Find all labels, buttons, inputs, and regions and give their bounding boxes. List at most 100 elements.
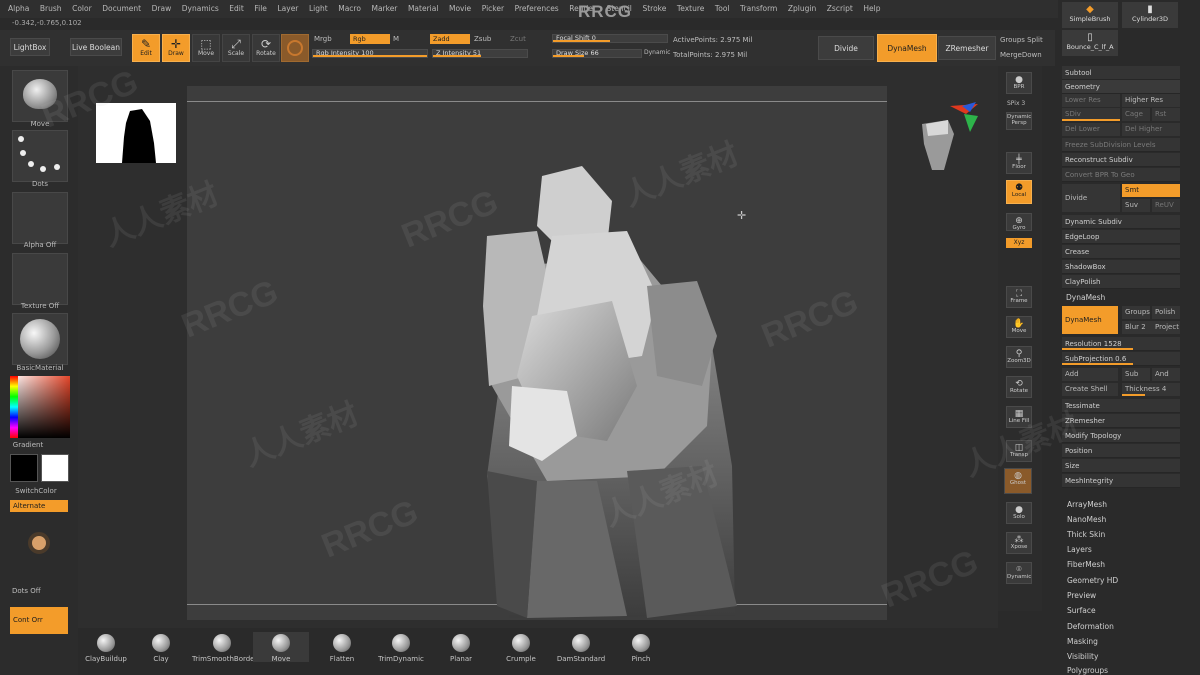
brush-thumbnail[interactable] xyxy=(12,70,68,122)
xpose-button[interactable]: ⁂ Xpose xyxy=(1006,532,1032,554)
create-shell-button[interactable]: Create Shell xyxy=(1062,383,1118,396)
switch-color-button[interactable]: SwitchColor xyxy=(4,487,68,495)
dynamic-subdiv-section[interactable]: Dynamic Subdiv xyxy=(1062,215,1180,229)
move-button[interactable]: ⬚ Move xyxy=(192,34,220,62)
draw-size-slider[interactable]: Draw Size 66 xyxy=(552,49,642,58)
menu-brush[interactable]: Brush xyxy=(40,0,62,18)
local-button[interactable]: ⚉ Local xyxy=(1006,180,1032,204)
menu-movie[interactable]: Movie xyxy=(449,0,471,18)
brush-planar[interactable]: Planar xyxy=(433,632,489,663)
menu-edit[interactable]: Edit xyxy=(229,0,244,18)
zsub-toggle[interactable]: Zsub xyxy=(474,35,491,43)
material-thumbnail[interactable] xyxy=(12,313,68,365)
sdiv-slider[interactable]: SDiv xyxy=(1062,108,1120,121)
divide-button[interactable]: Divide xyxy=(818,36,874,60)
menu-help[interactable]: Help xyxy=(863,0,880,18)
brush-flatten[interactable]: Flatten xyxy=(314,632,370,663)
menu-layer[interactable]: Layer xyxy=(277,0,298,18)
frame-button[interactable]: ⛶ Frame xyxy=(1006,286,1032,308)
del-higher-button[interactable]: Del Higher xyxy=(1122,123,1180,136)
gyro-button[interactable]: ⊕ Gyro xyxy=(1006,213,1032,231)
menu-file[interactable]: File xyxy=(254,0,267,18)
brush-trimsmoothborder[interactable]: TrimSmoothBorder xyxy=(192,632,257,663)
transp-button[interactable]: ◫ Transp xyxy=(1006,440,1032,462)
menu-material[interactable]: Material xyxy=(408,0,438,18)
brush-claybuildup[interactable]: ClayBuildup xyxy=(78,632,134,663)
main-color-swatch[interactable] xyxy=(41,454,69,482)
menu-color[interactable]: Color xyxy=(72,0,92,18)
crease-section[interactable]: Crease xyxy=(1062,245,1180,259)
hue-strip[interactable] xyxy=(10,376,18,438)
mrgb-label[interactable]: Mrgb xyxy=(314,35,332,43)
brush-damstandard[interactable]: DamStandard xyxy=(553,632,609,663)
draw-button[interactable]: ✛ Draw xyxy=(162,34,190,62)
claypolish-section[interactable]: ClayPolish xyxy=(1062,275,1180,289)
sub-button[interactable]: Sub xyxy=(1122,368,1150,381)
xyz-toggle[interactable]: Xyz xyxy=(1006,238,1032,248)
scale-button[interactable]: ⤢ Scale xyxy=(222,34,250,62)
brush-trimdynamic[interactable]: TrimDynamic xyxy=(373,632,429,663)
menu-zscript[interactable]: Zscript xyxy=(827,0,853,18)
rgb-toggle[interactable]: Rgb xyxy=(350,34,390,44)
solo-button[interactable]: ● Solo xyxy=(1006,502,1032,524)
secondary-color-swatch[interactable] xyxy=(10,454,38,482)
tessimate-section[interactable]: Tessimate xyxy=(1062,399,1180,413)
layers-section[interactable]: Layers xyxy=(1067,545,1092,554)
document-viewport[interactable] xyxy=(187,86,887,620)
surface-section[interactable]: Surface xyxy=(1067,606,1096,615)
color-picker[interactable] xyxy=(10,376,70,438)
bpr-button[interactable]: ● BPR xyxy=(1006,72,1032,94)
menu-marker[interactable]: Marker xyxy=(371,0,397,18)
ghost-button[interactable]: ◍ Ghost xyxy=(1004,468,1032,494)
nanomesh-section[interactable]: NanoMesh xyxy=(1067,515,1106,524)
meshintegrity-section[interactable]: MeshIntegrity xyxy=(1062,474,1180,488)
menu-texture[interactable]: Texture xyxy=(677,0,704,18)
del-lower-button[interactable]: Del Lower xyxy=(1062,123,1120,136)
menu-document[interactable]: Document xyxy=(102,0,141,18)
convert-bpr-button[interactable]: Convert BPR To Geo xyxy=(1062,168,1180,182)
z-intensity-slider[interactable]: Z Intensity 51 xyxy=(432,49,528,58)
alternate-toggle[interactable]: Alternate xyxy=(10,500,68,512)
dynamic-view-button[interactable]: ⌾ Dynamic xyxy=(1006,562,1032,584)
menu-draw[interactable]: Draw xyxy=(152,0,172,18)
add-button[interactable]: Add xyxy=(1062,368,1118,381)
menu-picker[interactable]: Picker xyxy=(482,0,504,18)
dynamic-toggle[interactable]: Dynamic xyxy=(644,49,670,56)
menu-preferences[interactable]: Preferences xyxy=(515,0,559,18)
brush-crumple[interactable]: Crumple xyxy=(493,632,549,663)
dynamesh-subpalette-title[interactable]: DynaMesh xyxy=(1066,293,1105,302)
groups-split-button[interactable]: Groups Split xyxy=(1000,36,1043,44)
higher-res-button[interactable]: Higher Res xyxy=(1122,94,1180,107)
m-toggle[interactable]: M xyxy=(393,35,399,43)
edit-button[interactable]: ✎ Edit xyxy=(132,34,160,62)
and-button[interactable]: And xyxy=(1152,368,1180,381)
dynamic-persp-button[interactable]: Dynamic Persp xyxy=(1006,112,1032,130)
zcut-toggle[interactable]: Zcut xyxy=(510,35,526,43)
bounce-tool[interactable]: ▯ Bounce_C_lf_A xyxy=(1062,30,1118,56)
menu-zplugin[interactable]: Zplugin xyxy=(788,0,816,18)
geometry-section[interactable]: Geometry xyxy=(1062,80,1180,94)
zremesher-button[interactable]: ZRemesher xyxy=(938,36,996,60)
stroke-thumbnail[interactable] xyxy=(12,130,68,182)
thick-skin-section[interactable]: Thick Skin xyxy=(1067,530,1105,539)
masking-section[interactable]: Masking xyxy=(1067,637,1098,646)
smt-toggle[interactable]: Smt xyxy=(1122,184,1180,197)
menu-tool[interactable]: Tool xyxy=(715,0,730,18)
groups-toggle[interactable]: Groups xyxy=(1122,306,1150,319)
brush-clay[interactable]: Clay xyxy=(133,632,189,663)
cage-button[interactable]: Cage xyxy=(1122,108,1150,121)
fibermesh-section[interactable]: FiberMesh xyxy=(1067,560,1105,569)
live-boolean-button[interactable]: Live Boolean xyxy=(70,38,122,56)
navigation-gizmo[interactable] xyxy=(918,100,982,172)
texture-thumbnail[interactable] xyxy=(12,253,68,305)
rotate-button[interactable]: ⟳ Rotate xyxy=(252,34,280,62)
brush-move[interactable]: Move xyxy=(253,632,309,663)
alpha-thumbnail[interactable] xyxy=(12,192,68,244)
menu-alpha[interactable]: Alpha xyxy=(8,0,29,18)
reconstruct-subdiv-button[interactable]: Reconstruct Subdiv xyxy=(1062,153,1180,167)
cylinder-tool[interactable]: ▮ Cylinder3D xyxy=(1122,2,1178,28)
stroke-ring-icon[interactable] xyxy=(28,532,50,554)
menu-transform[interactable]: Transform xyxy=(740,0,777,18)
preview-section[interactable]: Preview xyxy=(1067,591,1096,600)
edgeloop-section[interactable]: EdgeLoop xyxy=(1062,230,1180,244)
